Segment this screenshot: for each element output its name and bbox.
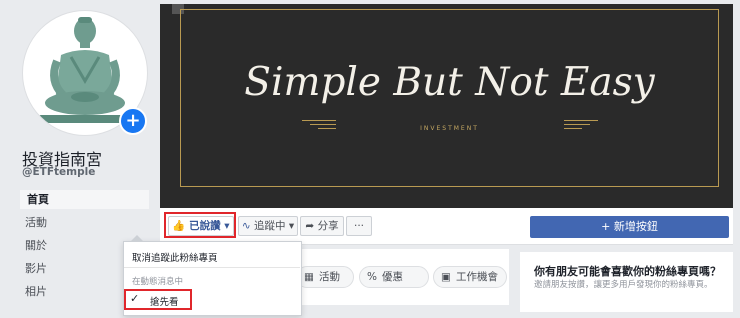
add-button[interactable]: + 新增按鈕 (530, 216, 729, 238)
job-pill[interactable]: ▣ 工作機會 (433, 266, 507, 288)
caret-down-icon: ▾ (288, 220, 295, 232)
see-first-highlight (124, 289, 192, 310)
invite-friends-text[interactable]: 邀請朋友按讚，讓更多用戶發現你的粉絲專頁。 (534, 279, 719, 291)
share-arrow-icon: ➦ (305, 220, 315, 232)
nav-item-home[interactable]: 首頁 (18, 190, 149, 209)
rss-icon: ∿ (241, 220, 251, 232)
event-pill-label: 活動 (319, 271, 340, 283)
dropdown-pointer (131, 235, 143, 241)
invite-friends-title: 你有朋友可能會喜歡你的粉絲專頁嗎？ (534, 265, 721, 278)
unfollow-menu-item[interactable]: 取消追蹤此粉絲專頁 (132, 250, 218, 264)
share-label: 分享 (317, 220, 339, 232)
briefcase-icon: ▣ (441, 271, 451, 283)
add-photo-button[interactable]: + (119, 107, 147, 135)
cover-ornament-line (302, 120, 336, 121)
following-label: 追蹤中 (254, 220, 286, 232)
share-button[interactable]: ➦ 分享 (300, 216, 344, 236)
nav-item-events[interactable]: 活動 (18, 213, 149, 232)
page-handle[interactable]: @ETFtemple (22, 166, 95, 178)
menu-divider (124, 267, 300, 268)
cover-ornament-line (564, 120, 598, 121)
cover-subtitle: INVESTMENT (420, 125, 479, 132)
liked-button-highlight (164, 212, 236, 238)
following-button[interactable]: ∿ 追蹤中 ▾ (238, 216, 298, 236)
cover-title: Simple But Not Easy (244, 60, 655, 105)
news-feed-section-label: 在動態消息中 (132, 277, 184, 287)
event-pill[interactable]: ▦ 活動 (296, 266, 354, 288)
offer-pill-label: 優惠 (382, 271, 403, 283)
offer-pill[interactable]: % 優惠 (359, 266, 429, 288)
more-options-button[interactable]: ··· (346, 216, 372, 236)
job-pill-label: 工作機會 (456, 271, 498, 283)
calendar-icon: ▦ (304, 271, 314, 283)
percent-icon: % (367, 271, 377, 283)
